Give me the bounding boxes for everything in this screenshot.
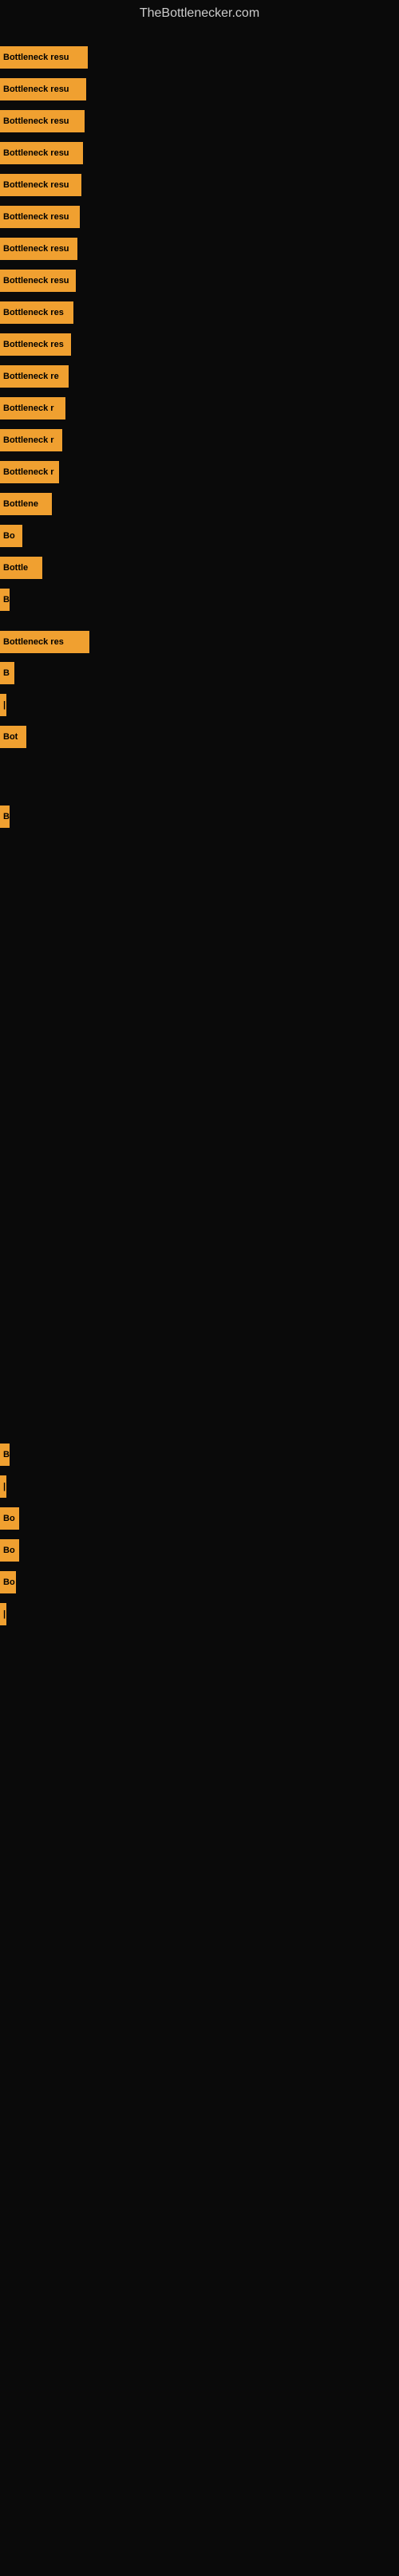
bar-item: Bottleneck res	[0, 631, 103, 653]
bar-label: Bottleneck resu	[0, 78, 86, 100]
bar-item: Bottleneck r	[0, 429, 70, 451]
bar-label: Bo	[0, 1571, 16, 1593]
bar-item: Bot	[0, 726, 30, 748]
bar-item: B	[0, 1444, 11, 1466]
bar-label: |	[0, 1475, 6, 1498]
bar-item: |	[0, 1603, 2, 1625]
bar-label: Bottlene	[0, 493, 52, 515]
bar-item: B	[0, 805, 11, 828]
bar-item: Bottleneck resu	[0, 110, 97, 132]
bar-item: Bottleneck r	[0, 397, 73, 419]
bar-label: Bottleneck resu	[0, 142, 83, 164]
bar-label: Bottleneck resu	[0, 238, 77, 260]
bar-label: Bottleneck r	[0, 461, 59, 483]
bar-label: Bottleneck re	[0, 365, 69, 388]
bar-item: Bottleneck resu	[0, 142, 96, 164]
bar-item: Bottlene	[0, 493, 57, 515]
bar-label: |	[0, 1603, 6, 1625]
bar-item: Bottleneck r	[0, 461, 66, 483]
bar-item: Bo	[0, 1507, 22, 1530]
bar-label: Bottle	[0, 557, 42, 579]
bar-label: B	[0, 589, 10, 611]
bar-label: B	[0, 805, 10, 828]
bar-item: Bo	[0, 525, 26, 547]
bar-item: Bottleneck resu	[0, 270, 87, 292]
bar-label: Bottleneck r	[0, 429, 62, 451]
bar-label: Bottleneck resu	[0, 174, 81, 196]
bar-item: Bottleneck resu	[0, 78, 100, 100]
bar-label: Bo	[0, 1539, 19, 1562]
bar-item: Bottleneck resu	[0, 174, 94, 196]
bar-label: Bottleneck resu	[0, 206, 80, 228]
bar-label: Bot	[0, 726, 26, 748]
bar-item: Bottle	[0, 557, 48, 579]
bar-item: Bottleneck resu	[0, 46, 104, 69]
bar-item: Bo	[0, 1571, 19, 1593]
bar-label: Bottleneck r	[0, 397, 65, 419]
bar-item: Bottleneck res	[0, 301, 85, 324]
bar-label: Bo	[0, 525, 22, 547]
bar-item: |	[0, 1475, 2, 1498]
bar-item: |	[0, 694, 2, 716]
bar-item: B	[0, 662, 16, 684]
bar-item: B	[0, 589, 11, 611]
bar-label: B	[0, 1444, 10, 1466]
bar-label: Bottleneck res	[0, 333, 71, 356]
bar-label: Bo	[0, 1507, 19, 1530]
bar-item: Bottleneck resu	[0, 238, 89, 260]
bar-label: Bottleneck res	[0, 631, 89, 653]
bar-label: |	[0, 694, 6, 716]
bar-item: Bottleneck res	[0, 333, 82, 356]
bar-label: Bottleneck res	[0, 301, 73, 324]
bar-item: Bottleneck resu	[0, 206, 92, 228]
site-title: TheBottlenecker.com	[0, 0, 399, 24]
bar-label: Bottleneck resu	[0, 46, 88, 69]
bar-label: Bottleneck resu	[0, 110, 85, 132]
bar-item: Bo	[0, 1539, 22, 1562]
bar-label: Bottleneck resu	[0, 270, 76, 292]
bar-label: B	[0, 662, 14, 684]
bar-item: Bottleneck re	[0, 365, 80, 388]
